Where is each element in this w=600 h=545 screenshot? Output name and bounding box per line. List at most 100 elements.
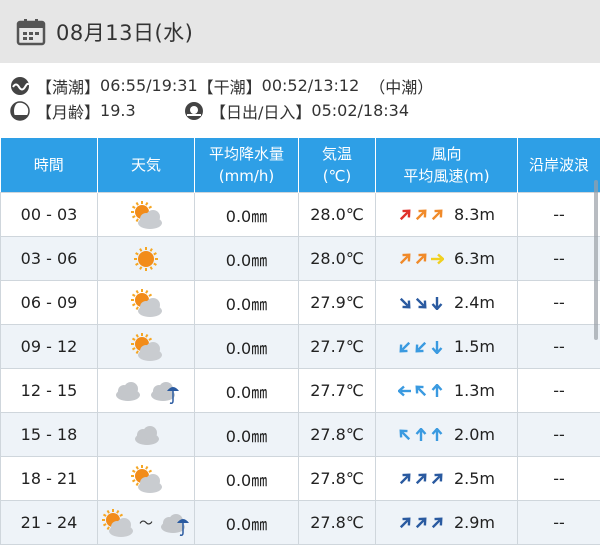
table-row: 12 - 150.0㎜27.7℃1.3m-- <box>1 369 600 413</box>
wind-direction-arrows <box>398 296 444 310</box>
wind-speed: 1.5m <box>454 337 495 356</box>
weather-cell <box>98 325 195 369</box>
wind-arrow-icon <box>430 516 444 530</box>
wind-cell: 2.4m <box>376 281 518 325</box>
wind-arrow-icon <box>430 296 444 310</box>
col-header-temp: 気温(℃) <box>299 138 376 193</box>
precip-cell: 0.0㎜ <box>195 457 299 501</box>
wind-arrow-icon <box>414 252 428 266</box>
precip-cell: 0.0㎜ <box>195 237 299 281</box>
wave-cell: -- <box>518 281 600 325</box>
weather-cell: ～ <box>98 501 195 545</box>
wind-arrow-icon <box>398 340 412 354</box>
wind-speed: 2.5m <box>454 469 495 488</box>
sun-cloud-icon <box>130 331 162 363</box>
date-header: 08月13日(水) <box>0 0 600 63</box>
table-header-row: 時間 天気 平均降水量(mm/h) 気温(℃) 風向平均風速(m) 沿岸波浪 <box>1 138 600 193</box>
time-cell: 21 - 24 <box>1 501 98 545</box>
weather-cell <box>98 369 195 413</box>
wind-direction-arrows <box>398 516 444 530</box>
precip-cell: 0.0㎜ <box>195 413 299 457</box>
scrollbar[interactable] <box>594 180 598 340</box>
wind-direction-arrows <box>398 428 444 442</box>
sunrise-icon <box>184 101 204 121</box>
temp-cell: 27.7℃ <box>299 369 376 413</box>
col-header-wind: 風向平均風速(m) <box>376 138 518 193</box>
wave-cell: -- <box>518 457 600 501</box>
sun-cloud-icon <box>130 199 162 231</box>
sunrise-sunset: 【日出/日入】 05:02/18:34 <box>184 99 409 123</box>
high-tide-value: 06:55/19:31 <box>100 76 198 95</box>
wind-cell: 2.5m <box>376 457 518 501</box>
precip-cell: 0.0㎜ <box>195 325 299 369</box>
sun-cloud-icon <box>130 463 162 495</box>
temp-cell: 27.9℃ <box>299 281 376 325</box>
wind-direction-arrows <box>398 208 444 222</box>
wind-speed: 2.4m <box>454 293 495 312</box>
wave-cell: -- <box>518 325 600 369</box>
wind-arrow-icon <box>430 472 444 486</box>
wind-arrow-icon <box>398 252 412 266</box>
time-cell: 15 - 18 <box>1 413 98 457</box>
table-row: 03 - 060.0㎜28.0℃6.3m-- <box>1 237 600 281</box>
wind-arrow-icon <box>414 296 428 310</box>
col-header-precip: 平均降水量(mm/h) <box>195 138 299 193</box>
wind-arrow-icon <box>414 208 428 222</box>
cloud-umbrella-icon <box>149 375 181 407</box>
low-tide-value: 00:52/13:12 <box>262 76 360 95</box>
moon-age-value: 19.3 <box>100 101 136 120</box>
precip-cell: 0.0㎜ <box>195 193 299 237</box>
wind-cell: 2.0m <box>376 413 518 457</box>
sun-cloud-icon <box>101 507 133 539</box>
wave-cell: -- <box>518 193 600 237</box>
precip-cell: 0.0㎜ <box>195 281 299 325</box>
col-header-wave: 沿岸波浪 <box>518 138 600 193</box>
col-header-weather: 天気 <box>98 138 195 193</box>
wind-cell: 2.9m <box>376 501 518 545</box>
wind-speed: 2.0m <box>454 425 495 444</box>
wave-cell: -- <box>518 413 600 457</box>
low-tide-label: 【干潮】 <box>198 74 262 98</box>
wind-arrow-icon <box>398 516 412 530</box>
weather-cell <box>98 281 195 325</box>
table-row: 06 - 09 0.0㎜27.9℃ 2.4m -- <box>1 281 600 325</box>
wind-direction-arrows <box>398 252 444 266</box>
wind-speed: 8.3m <box>454 205 495 224</box>
precip-cell: 0.0㎜ <box>195 501 299 545</box>
calendar-icon <box>16 18 46 46</box>
wave-cell: -- <box>518 501 600 545</box>
tide-info: 【満潮】 06:55/19:31 【干潮】 00:52/13:12 （中潮） 【… <box>0 63 600 123</box>
time-cell: 00 - 03 <box>1 193 98 237</box>
sun-label: 【日出/日入】 <box>210 99 311 123</box>
wind-cell: 8.3m <box>376 193 518 237</box>
col-header-time: 時間 <box>1 138 98 193</box>
table-row: 21 - 24～0.0㎜27.8℃2.9m-- <box>1 501 600 545</box>
wind-arrow-icon <box>430 208 444 222</box>
wind-cell: 1.3m <box>376 369 518 413</box>
time-cell: 06 - 09 <box>1 281 98 325</box>
wind-arrow-icon <box>414 428 428 442</box>
weather-cell <box>98 457 195 501</box>
wind-arrow-icon <box>430 340 444 354</box>
wind-arrow-icon <box>430 252 444 266</box>
weather-table: 時間 天気 平均降水量(mm/h) 気温(℃) 風向平均風速(m) 沿岸波浪 0… <box>0 138 600 545</box>
table-row: 15 - 180.0㎜27.8℃2.0m-- <box>1 413 600 457</box>
wind-cell: 6.3m <box>376 237 518 281</box>
time-cell: 18 - 21 <box>1 457 98 501</box>
wind-arrow-icon <box>414 384 428 398</box>
time-cell: 03 - 06 <box>1 237 98 281</box>
temp-cell: 28.0℃ <box>299 193 376 237</box>
time-cell: 09 - 12 <box>1 325 98 369</box>
wind-arrow-icon <box>430 428 444 442</box>
sun-cloud-icon <box>130 287 162 319</box>
cloud-icon <box>130 419 162 451</box>
weather-separator: ～ <box>139 513 153 533</box>
wind-speed: 6.3m <box>454 249 495 268</box>
wind-arrow-icon <box>430 384 444 398</box>
wind-arrow-icon <box>414 516 428 530</box>
table-row: 00 - 03 0.0㎜28.0℃ 8.3m -- <box>1 193 600 237</box>
wind-speed: 1.3m <box>454 381 495 400</box>
temp-cell: 27.7℃ <box>299 325 376 369</box>
cloud-icon <box>111 375 143 407</box>
wind-arrow-icon <box>398 472 412 486</box>
